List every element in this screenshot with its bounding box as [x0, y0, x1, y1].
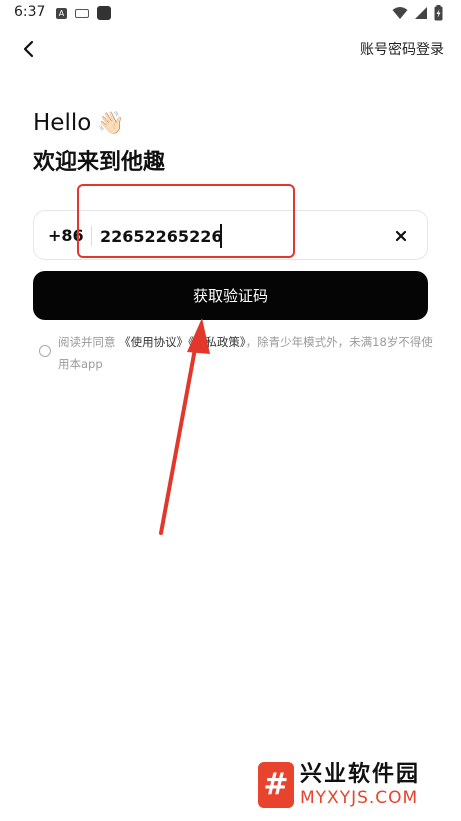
red-arrow-annotation	[159, 318, 210, 535]
watermark-logo: #	[258, 762, 294, 808]
site-watermark: # 兴业软件园 MYXYJS.COM	[258, 762, 420, 808]
watermark-name-en: MYXYJS.COM	[300, 788, 419, 808]
watermark-name-cn: 兴业软件园	[300, 762, 421, 787]
login-screen: 6:37 A 账号密码登录 Hello 👋🏻 欢迎来到他趣 +86 226522…	[0, 0, 461, 821]
